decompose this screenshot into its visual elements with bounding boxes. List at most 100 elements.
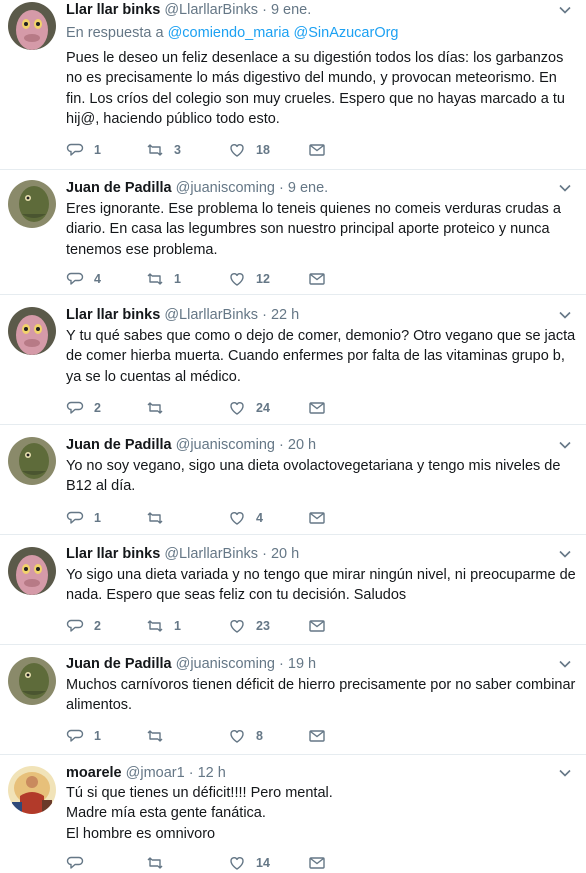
heart-icon: [230, 144, 244, 157]
green-creature-avatar-icon[interactable]: [8, 657, 56, 705]
reply-icon: [66, 272, 84, 285]
tweet-text-line: Tú si que tienes un déficit!!!! Pero men…: [66, 785, 333, 801]
like-button[interactable]: 8: [228, 726, 263, 746]
reply-button[interactable]: [66, 853, 94, 873]
retweet-button[interactable]: [146, 726, 174, 746]
envelope-icon: [309, 730, 325, 742]
reply-icon: [66, 511, 84, 524]
like-button[interactable]: 4: [228, 508, 263, 528]
direct-message-button[interactable]: [308, 616, 326, 636]
like-button[interactable]: 12: [228, 269, 270, 289]
timestamp[interactable]: 12 h: [198, 765, 226, 781]
tweet[interactable]: Llar llar binks @LlarllarBinks · 9 ene. …: [0, 0, 586, 170]
like-button[interactable]: 18: [228, 140, 270, 160]
direct-message-button[interactable]: [308, 140, 326, 160]
timestamp[interactable]: 19 h: [288, 656, 316, 672]
like-button[interactable]: 24: [228, 398, 270, 418]
chevron-down-icon[interactable]: [558, 547, 572, 561]
like-count: 4: [256, 511, 263, 525]
direct-message-button[interactable]: [308, 398, 326, 418]
display-name[interactable]: Llar llar binks: [66, 307, 160, 323]
reply-mentions[interactable]: @comiendo_maria @SinAzucarOrg: [168, 25, 399, 41]
tweet-text: Tú si que tienes un déficit!!!! Pero men…: [66, 783, 576, 844]
reply-button[interactable]: 4: [66, 269, 101, 289]
direct-message-button[interactable]: [308, 269, 326, 289]
retweet-button[interactable]: 1: [146, 616, 181, 636]
chevron-down-icon[interactable]: [558, 3, 572, 17]
display-name[interactable]: Juan de Padilla: [66, 656, 172, 672]
heart-icon: [230, 402, 244, 415]
reply-button[interactable]: 1: [66, 726, 101, 746]
tweet-text-content: Yo no soy vegano, sigo una dieta ovolact…: [66, 458, 561, 495]
painting-avatar-icon[interactable]: [8, 766, 56, 814]
user-handle[interactable]: @jmoar1: [126, 765, 185, 781]
direct-message-button[interactable]: [308, 508, 326, 528]
tweet[interactable]: Juan de Padilla @juaniscoming · 9 ene. E…: [0, 170, 586, 295]
direct-message-button[interactable]: [308, 853, 326, 873]
user-handle[interactable]: @LlarllarBinks: [164, 307, 258, 323]
timestamp[interactable]: 20 h: [288, 437, 316, 453]
tweet[interactable]: Llar llar binks @LlarllarBinks · 22 h Y …: [0, 295, 586, 425]
retweet-button[interactable]: [146, 508, 174, 528]
user-handle[interactable]: @LlarllarBinks: [164, 2, 258, 18]
green-creature-avatar-icon[interactable]: [8, 180, 56, 228]
timestamp[interactable]: 20 h: [271, 546, 299, 562]
retweet-button[interactable]: 3: [146, 140, 181, 160]
retweet-icon: [147, 857, 163, 869]
tweet-text: Pues le deseo un feliz desenlace a su di…: [66, 48, 576, 130]
user-handle[interactable]: @LlarllarBinks: [164, 546, 258, 562]
user-handle[interactable]: @juaniscoming: [176, 437, 275, 453]
display-name[interactable]: moarele: [66, 765, 122, 781]
pink-alien-avatar-icon[interactable]: [8, 2, 56, 50]
reply-button[interactable]: 2: [66, 398, 101, 418]
reply-button[interactable]: 2: [66, 616, 101, 636]
envelope-icon: [309, 857, 325, 869]
tweet-header: Juan de Padilla @juaniscoming · 20 h: [66, 435, 316, 455]
chevron-down-icon[interactable]: [558, 308, 572, 322]
like-button[interactable]: 14: [228, 853, 270, 873]
chevron-down-icon[interactable]: [558, 181, 572, 195]
display-name[interactable]: Llar llar binks: [66, 546, 160, 562]
reply-button[interactable]: 1: [66, 140, 101, 160]
direct-message-button[interactable]: [308, 726, 326, 746]
pink-alien-avatar-icon[interactable]: [8, 307, 56, 355]
timestamp[interactable]: 9 ene.: [271, 2, 311, 18]
action-bar: 14: [66, 853, 366, 873]
tweet[interactable]: Juan de Padilla @juaniscoming · 19 h Muc…: [0, 645, 586, 755]
tweet[interactable]: Llar llar binks @LlarllarBinks · 20 h Yo…: [0, 535, 586, 645]
pink-alien-avatar-icon[interactable]: [8, 547, 56, 595]
timestamp[interactable]: 22 h: [271, 307, 299, 323]
retweet-count: 1: [174, 619, 181, 633]
user-handle[interactable]: @juaniscoming: [176, 656, 275, 672]
retweet-button[interactable]: 1: [146, 269, 181, 289]
tweet-text-line: El hombre es omnivoro: [66, 825, 216, 842]
chevron-down-icon[interactable]: [558, 766, 572, 780]
timestamp[interactable]: 9 ene.: [288, 180, 328, 196]
retweet-icon: [147, 273, 163, 285]
reply-count: 1: [94, 729, 101, 743]
tweet-text: Y tu qué sabes que como o dejo de comer,…: [66, 326, 576, 387]
tweet[interactable]: Juan de Padilla @juaniscoming · 20 h Yo …: [0, 425, 586, 535]
retweet-count: 3: [174, 143, 181, 157]
like-count: 14: [256, 856, 270, 870]
like-button[interactable]: 23: [228, 616, 270, 636]
tweet[interactable]: moarele @jmoar1 · 12 h Tú si que tienes …: [0, 755, 586, 873]
separator-dot: ·: [279, 180, 284, 196]
like-count: 12: [256, 272, 270, 286]
green-creature-avatar-icon[interactable]: [8, 437, 56, 485]
display-name[interactable]: Juan de Padilla: [66, 180, 172, 196]
retweet-icon: [147, 144, 163, 156]
user-handle[interactable]: @juaniscoming: [176, 180, 275, 196]
display-name[interactable]: Juan de Padilla: [66, 437, 172, 453]
display-name[interactable]: Llar llar binks: [66, 2, 160, 18]
heart-icon: [230, 512, 244, 525]
separator-dot: ·: [188, 765, 194, 781]
tweet-header: Llar llar binks @LlarllarBinks · 9 ene.: [66, 0, 311, 20]
retweet-button[interactable]: [146, 853, 174, 873]
chevron-down-icon[interactable]: [558, 438, 572, 452]
retweet-button[interactable]: [146, 398, 174, 418]
reply-button[interactable]: 1: [66, 508, 101, 528]
chevron-down-icon[interactable]: [558, 657, 572, 671]
like-count: 24: [256, 401, 270, 415]
retweet-icon: [147, 402, 163, 414]
